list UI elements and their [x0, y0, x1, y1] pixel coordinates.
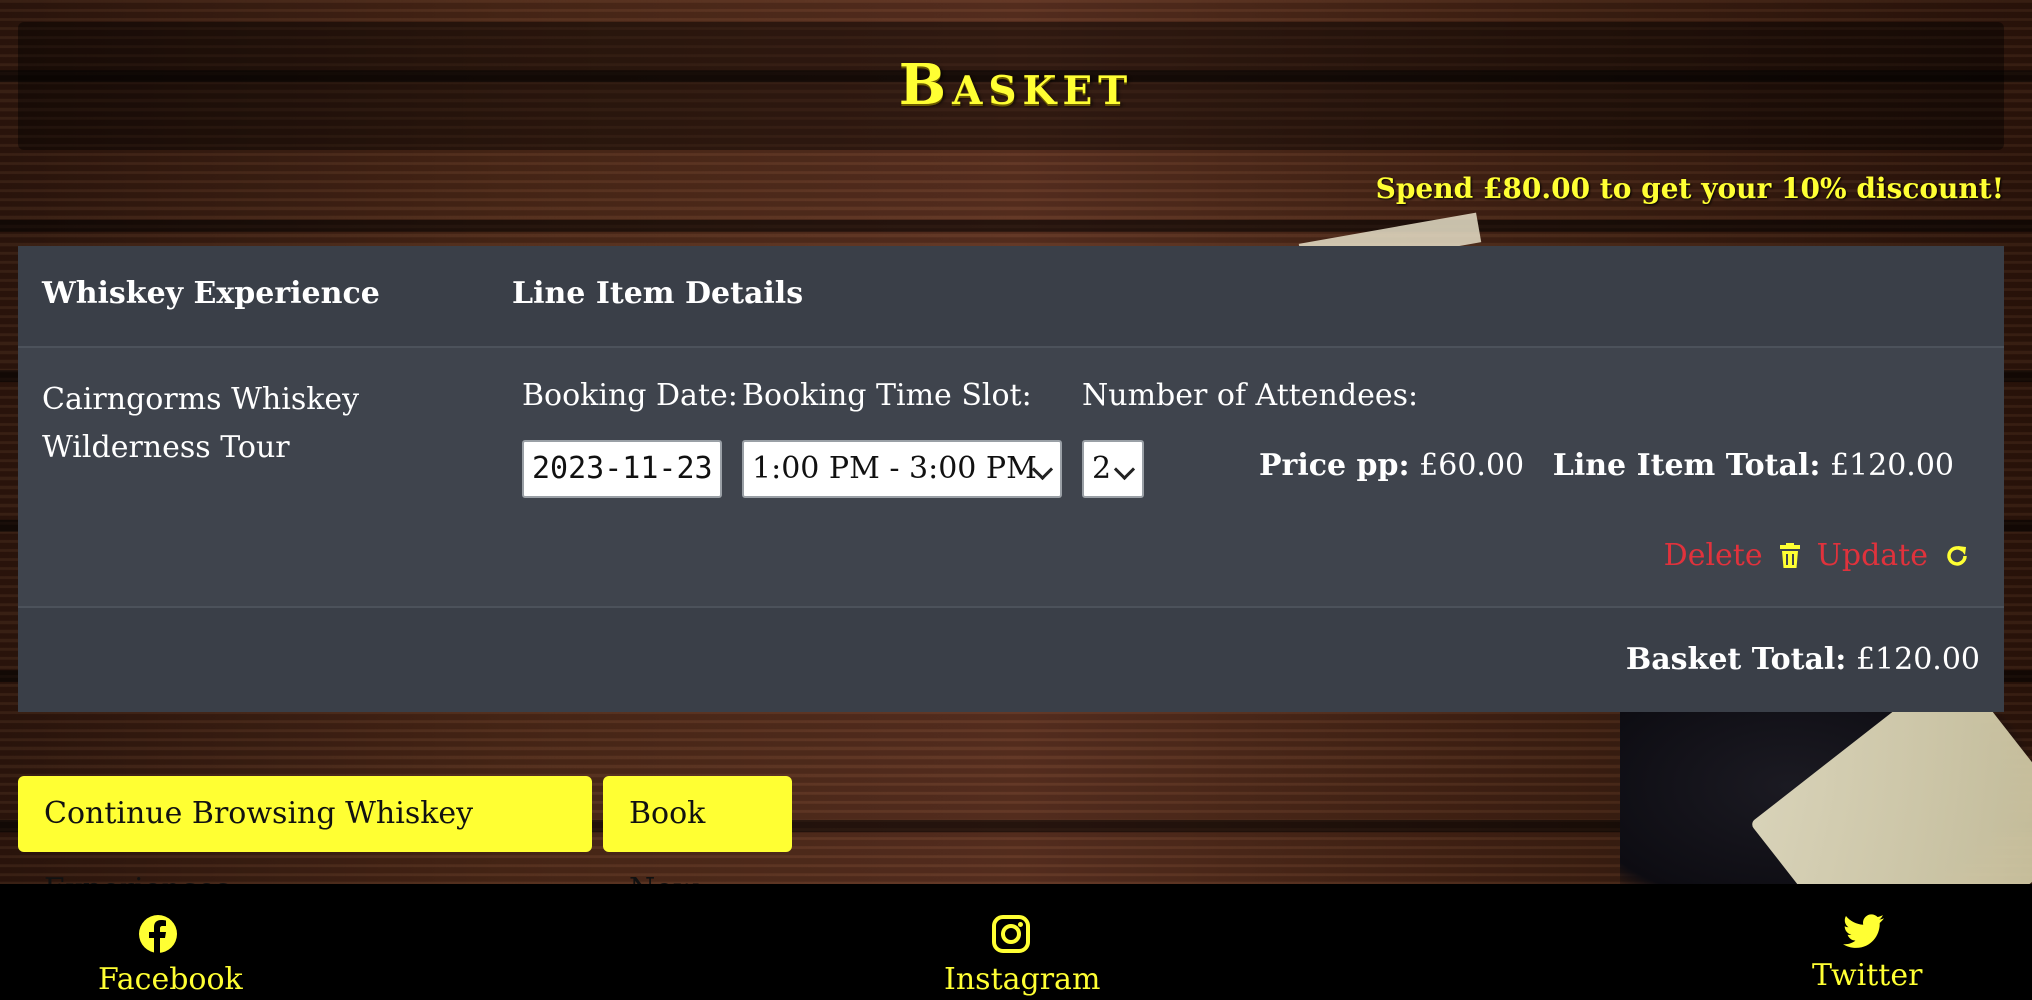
footer: Facebook Instagram Twitter — [0, 884, 2032, 1000]
instagram-link[interactable]: Instagram — [944, 914, 1100, 997]
attendees-select[interactable]: 2 — [1082, 440, 1144, 498]
instagram-icon — [992, 915, 1030, 953]
time-slot-select[interactable]: 1:00 PM - 3:00 PM — [742, 440, 1062, 498]
basket-total-value: £120.00 — [1855, 642, 1980, 677]
booking-date-label: Booking Date: — [522, 378, 738, 413]
price-summary: Price pp: £60.00 Line Item Total: £120.0… — [1259, 448, 1954, 483]
twitter-icon — [1843, 914, 1884, 948]
basket-total-label: Basket Total: — [1625, 642, 1847, 677]
delete-button[interactable]: Delete — [1664, 538, 1763, 573]
facebook-link[interactable]: Facebook — [98, 914, 243, 997]
trash-icon[interactable] — [1779, 542, 1801, 569]
basket-total: Basket Total: £120.00 — [1626, 642, 1980, 677]
twitter-label: Twitter — [1812, 958, 1923, 993]
price-pp-label: Price pp: — [1259, 448, 1410, 483]
twitter-link[interactable]: Twitter — [1812, 914, 1922, 993]
discount-message: Spend £80.00 to get your 10% discount! — [1375, 172, 2004, 205]
booking-date-value: 2023-11-23 — [532, 451, 713, 486]
table-row: Cairngorms Whiskey Wilderness Tour Booki… — [18, 348, 2004, 608]
attendees-value: 2 — [1092, 451, 1112, 486]
line-item-actions: Delete Update — [1664, 538, 1970, 573]
booking-date-input[interactable]: 2023-11-23 — [522, 440, 722, 498]
book-now-button[interactable]: Book Now — [603, 776, 792, 907]
continue-browsing-button[interactable]: Continue Browsing Whiskey Experiences — [18, 776, 592, 907]
basket-total-row: Basket Total: £120.00 — [18, 608, 2004, 712]
table-header: Whiskey Experience Line Item Details — [18, 246, 2004, 348]
line-total-label: Line Item Total: — [1552, 448, 1821, 483]
price-pp-value: £60.00 — [1419, 448, 1525, 483]
instagram-label: Instagram — [944, 962, 1101, 997]
basket-table: Whiskey Experience Line Item Details Cai… — [18, 246, 2004, 712]
column-header-experience: Whiskey Experience — [42, 276, 380, 311]
line-total-value: £120.00 — [1829, 448, 1954, 483]
update-button[interactable]: Update — [1817, 538, 1928, 573]
column-header-details: Line Item Details — [512, 276, 804, 311]
experience-name: Cairngorms Whiskey Wilderness Tour — [42, 382, 360, 465]
time-slot-value: 1:00 PM - 3:00 PM — [752, 451, 1037, 486]
chevron-down-icon — [1113, 458, 1136, 481]
time-slot-label: Booking Time Slot: — [742, 378, 1032, 413]
facebook-label: Facebook — [98, 962, 243, 997]
facebook-icon — [139, 915, 177, 953]
page-title: Basket — [898, 52, 1134, 118]
refresh-icon[interactable] — [1944, 543, 1970, 569]
attendees-label: Number of Attendees: — [1082, 378, 1419, 413]
